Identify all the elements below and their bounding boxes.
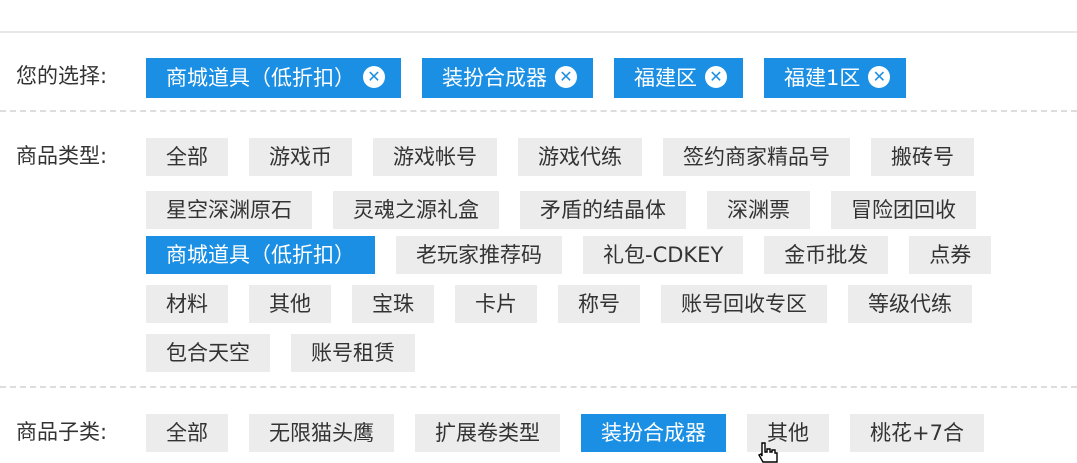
category-tag[interactable]: 矛盾的结晶体 [520,191,686,229]
category-tag[interactable]: 金币批发 [764,236,889,274]
top-divider [0,31,1077,33]
category-tag[interactable]: 星空深渊原石 [146,191,312,229]
category-tag[interactable]: 等级代练 [848,285,972,323]
subcategory-label: 商品子类: [16,420,108,444]
selection-chip[interactable]: 装扮合成器 ✕ [422,58,593,98]
category-tag[interactable]: 灵魂之源礼盒 [333,191,499,229]
remove-circle-icon[interactable]: ✕ [363,66,385,88]
subcategory-tags: 全部 无限猫头鹰 扩展卷类型 装扮合成器 其他 桃花+7合 [146,414,1005,454]
selection-label: 您的选择: [16,64,108,88]
category-tag[interactable]: 游戏帐号 [373,138,497,176]
category-tag[interactable]: 冒险团回收 [831,191,976,229]
category-tag[interactable]: 礼包-CDKEY [583,236,744,274]
category-tag[interactable]: 全部 [146,138,228,176]
selection-chips: 商城道具（低折扣） ✕ 装扮合成器 ✕ 福建区 ✕ 福建1区 ✕ [146,58,927,98]
selection-chip-label: 福建区 [634,66,697,90]
category-tag[interactable]: 签约商家精品号 [663,138,850,176]
category-tag[interactable]: 点券 [909,236,992,274]
category-tag[interactable]: 深渊票 [707,191,810,229]
selection-chip-label: 福建1区 [784,66,861,90]
category-tag[interactable]: 账号租赁 [291,334,415,372]
category-tag[interactable]: 包合天空 [146,334,270,372]
hand-cursor-icon [758,442,778,463]
subcategory-tag[interactable]: 桃花+7合 [850,414,984,452]
category-label: 商品类型: [16,144,108,168]
remove-circle-icon[interactable]: ✕ [868,66,891,88]
category-tag[interactable]: 老玩家推荐码 [396,236,562,274]
category-tag-row: 材料 其他 宝珠 卡片 称号 账号回收专区 等级代练 [146,285,993,325]
category-tag[interactable]: 游戏代练 [518,138,642,176]
category-tag[interactable]: 商城道具（低折扣） [146,236,375,274]
category-tag[interactable]: 游戏币 [249,138,352,176]
divider [0,110,1077,112]
selection-chip-label: 装扮合成器 [442,66,547,90]
category-tag[interactable]: 卡片 [455,285,537,323]
category-tag[interactable]: 材料 [146,285,228,323]
divider [0,386,1077,388]
category-tag[interactable]: 其他 [249,285,331,323]
category-tag[interactable]: 宝珠 [352,285,434,323]
remove-circle-icon[interactable]: ✕ [705,66,727,88]
category-tag-row: 星空深渊原石 灵魂之源礼盒 矛盾的结晶体 深渊票 冒险团回收 [146,191,997,231]
subcategory-tag[interactable]: 无限猫头鹰 [249,414,394,452]
category-tag[interactable]: 搬砖号 [871,138,974,176]
subcategory-tag[interactable]: 装扮合成器 [581,414,726,452]
category-tag[interactable]: 账号回收专区 [661,285,827,323]
category-tag[interactable]: 称号 [558,285,640,323]
selection-chip[interactable]: 商城道具（低折扣） ✕ [146,58,401,98]
selection-chip[interactable]: 福建区 ✕ [614,58,743,98]
category-tag-row: 全部 游戏币 游戏帐号 游戏代练 签约商家精品号 搬砖号 [146,138,995,178]
subcategory-tag[interactable]: 全部 [146,414,228,452]
category-tag-row: 商城道具（低折扣） 老玩家推荐码 礼包-CDKEY 金币批发 点券 [146,236,1012,276]
subcategory-tag[interactable]: 扩展卷类型 [415,414,560,452]
selection-chip-label: 商城道具（低折扣） [166,66,355,90]
remove-circle-icon[interactable]: ✕ [555,66,577,88]
selection-chip[interactable]: 福建1区 ✕ [764,58,907,98]
category-tag-row: 包合天空 账号租赁 [146,334,436,374]
